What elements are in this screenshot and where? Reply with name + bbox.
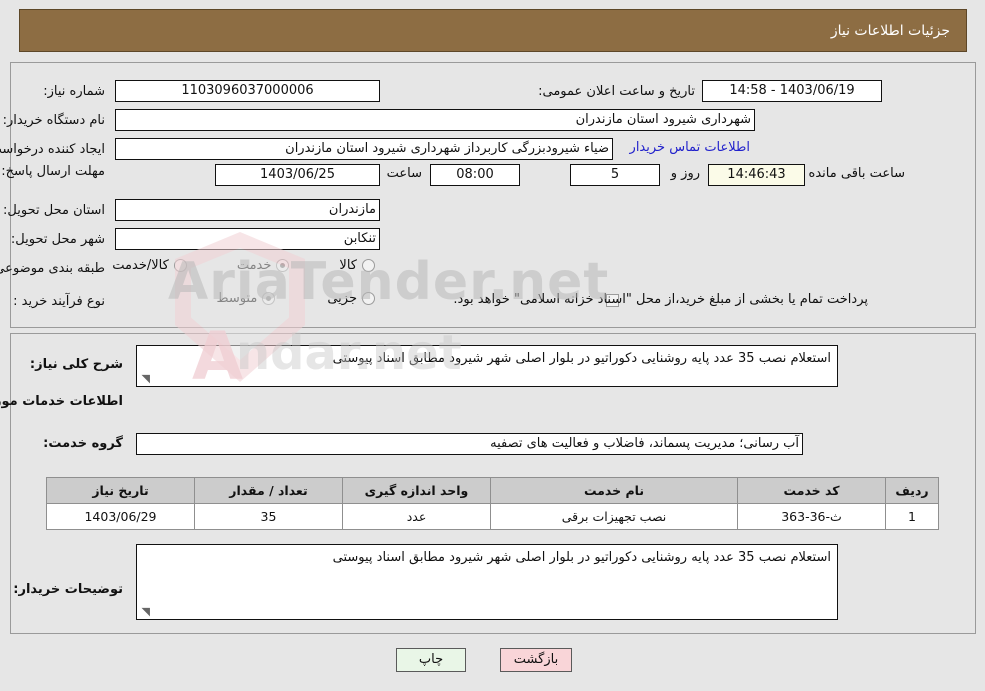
process-option-motevaset[interactable]: متوسط xyxy=(216,291,276,306)
deadline-date-value: 1403/06/25 xyxy=(215,164,380,186)
process-option-label: متوسط xyxy=(216,291,258,306)
column-header-code: کد خدمت xyxy=(737,477,886,504)
classification-option-kala[interactable]: کالا xyxy=(339,258,375,273)
classification-option-khedmat[interactable]: خدمت xyxy=(237,258,290,273)
radio-icon[interactable] xyxy=(362,292,375,305)
back-button[interactable]: بازگشت xyxy=(500,648,572,672)
announce-datetime-label: تاریخ و ساعت اعلان عمومی: xyxy=(538,83,695,99)
general-desc-textarea[interactable]: استعلام نصب 35 عدد پایه روشنایی دکوراتیو… xyxy=(136,345,838,387)
cell-quantity: 35 xyxy=(194,503,343,530)
classification-option-label: کالا xyxy=(339,258,357,273)
cell-date: 1403/06/29 xyxy=(46,503,195,530)
buyer-notes-textarea[interactable]: استعلام نصب 35 عدد پایه روشنایی دکوراتیو… xyxy=(136,544,838,620)
general-desc-label: شرح کلی نیاز: xyxy=(29,357,123,372)
requester-row: ایجاد کننده درخواست: xyxy=(0,138,105,160)
buyer-org-value: شهرداری شیرود استان مازندران xyxy=(115,109,755,131)
province-label: استان محل تحویل: xyxy=(3,202,105,218)
general-desc-value: استعلام نصب 35 عدد پایه روشنایی دکوراتیو… xyxy=(332,351,831,366)
column-header-unit: واحد اندازه گیری xyxy=(342,477,491,504)
process-label: نوع فرآیند خرید : xyxy=(13,293,105,309)
service-group-value: آب رسانی؛ مدیریت پسماند، فاضلاب و فعالیت… xyxy=(136,433,803,455)
treasury-text: پرداخت تمام یا بخشی از مبلغ خرید،از محل … xyxy=(453,292,868,307)
classification-label: طبقه بندی موضوعی: xyxy=(0,260,105,276)
service-group-label: گروه خدمت: xyxy=(43,436,123,451)
classification-option-label: خدمت xyxy=(236,258,272,273)
services-table: ردیف کد خدمت نام خدمت واحد اندازه گیری ت… xyxy=(46,477,939,530)
resize-grip-icon[interactable]: ◥ xyxy=(140,373,150,384)
process-option-jozei[interactable]: جزیی xyxy=(327,291,375,306)
radio-icon[interactable] xyxy=(362,259,375,272)
process-row: نوع فرآیند خرید : xyxy=(13,290,105,312)
page-title-bar: جزئیات اطلاعات نیاز xyxy=(19,9,967,52)
services-section-title: اطلاعات خدمات مورد نیاز xyxy=(0,394,123,409)
buyer-org-label: نام دستگاه خریدار: xyxy=(2,112,105,128)
classification-row: طبقه بندی موضوعی: xyxy=(0,257,105,279)
resize-grip-icon[interactable]: ◥ xyxy=(140,606,150,617)
page-title: جزئیات اطلاعات نیاز xyxy=(830,22,950,39)
buyer-notes-label: توضیحات خریدار: xyxy=(13,582,123,597)
classification-options: کالا خدمت کالا/خدمت xyxy=(112,258,375,273)
column-header-date: تاریخ نیاز xyxy=(46,477,195,504)
remaining-time-label: ساعت باقی مانده xyxy=(808,166,905,181)
classification-option-label: کالا/خدمت xyxy=(112,258,169,273)
radio-icon[interactable] xyxy=(276,259,290,272)
print-button[interactable]: چاپ xyxy=(396,648,466,672)
radio-icon[interactable] xyxy=(173,259,187,272)
remaining-days-label: روز و xyxy=(670,166,700,181)
remaining-days-value: 5 xyxy=(570,164,660,186)
cell-code: ث-36-363 xyxy=(737,503,886,530)
process-option-label: جزیی xyxy=(327,291,357,306)
buyer-org-row: نام دستگاه خریدار: xyxy=(3,109,105,131)
column-header-quantity: تعداد / مقدار xyxy=(194,477,343,504)
process-options: جزیی متوسط xyxy=(216,291,375,306)
radio-icon[interactable] xyxy=(262,292,276,305)
deadline-row: مهلت ارسال پاسخ: تا تاریخ: xyxy=(0,163,105,199)
deadline-hour-value: 08:00 xyxy=(430,164,520,186)
column-header-radif: ردیف xyxy=(885,477,939,504)
buyer-contact-link[interactable]: اطلاعات تماس خریدار xyxy=(630,140,750,155)
cell-radif: 1 xyxy=(885,503,939,530)
announce-datetime-value: 14:58 - 1403/06/19 xyxy=(702,80,882,102)
table-header-row: ردیف کد خدمت نام خدمت واحد اندازه گیری ت… xyxy=(46,477,939,504)
city-row: شهر محل تحویل: xyxy=(11,228,105,250)
city-label: شهر محل تحویل: xyxy=(10,231,105,247)
buyer-notes-value: استعلام نصب 35 عدد پایه روشنایی دکوراتیو… xyxy=(332,550,831,565)
column-header-name: نام خدمت xyxy=(490,477,738,504)
page-root: AriaTender.net A ndar.net جزئیات اطلاعات… xyxy=(0,0,985,691)
city-value: تنکابن xyxy=(115,228,380,250)
classification-option-kala-khedmat[interactable]: کالا/خدمت xyxy=(112,258,187,273)
need-number-value: 1103096037000006 xyxy=(115,80,380,102)
need-number-row: شماره نیاز: xyxy=(43,80,105,102)
table-row: 1 ث-36-363 نصب تجهیزات برقی عدد 35 1403/… xyxy=(46,503,939,530)
province-value: مازندران xyxy=(115,199,380,221)
cell-unit: عدد xyxy=(342,503,491,530)
remaining-time-value: 14:46:43 xyxy=(708,164,805,186)
need-number-label: شماره نیاز: xyxy=(43,83,105,99)
deadline-hour-label: ساعت xyxy=(386,166,422,181)
announce-datetime-row: تاریخ و ساعت اعلان عمومی: xyxy=(538,80,695,102)
province-row: استان محل تحویل: xyxy=(3,199,105,221)
requester-value: ضیاء شیرودبزرگی کاربرداز شهرداری شیرود ا… xyxy=(115,138,613,160)
requester-label: ایجاد کننده درخواست: xyxy=(0,141,105,157)
deadline-label: مهلت ارسال پاسخ: تا تاریخ: xyxy=(0,164,105,179)
cell-name: نصب تجهیزات برقی xyxy=(490,503,738,530)
